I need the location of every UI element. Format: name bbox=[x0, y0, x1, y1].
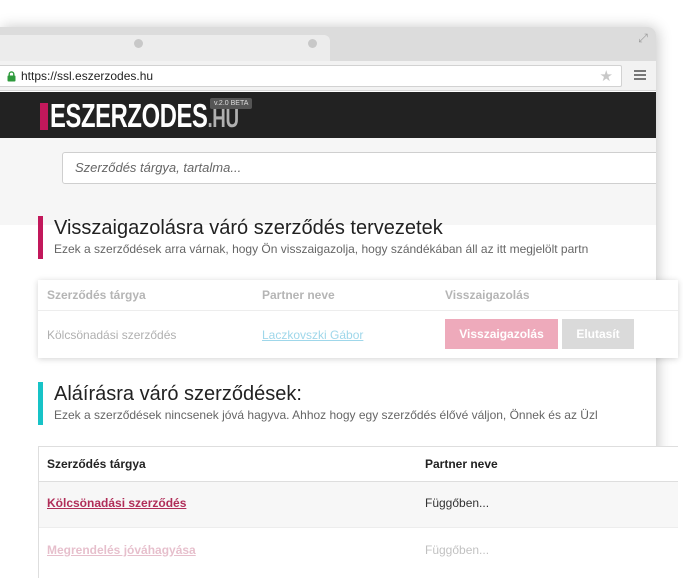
url-text: https://ssl.eszerzodes.hu bbox=[21, 69, 154, 83]
site-header: ESZERZODES.HU v.2.0 BETA bbox=[0, 92, 656, 138]
address-bar: https://ssl.eszerzodes.hu ★ bbox=[0, 61, 656, 91]
logo-main: ESZERZODES bbox=[50, 97, 208, 134]
signing-row-subject-link[interactable]: Kölcsönadási szerződés bbox=[47, 496, 186, 511]
reject-button[interactable]: Elutasít bbox=[562, 319, 634, 349]
row-divider bbox=[39, 481, 678, 482]
pending-section-subtitle: Ezek a szerződések arra várnak, hogy Ön … bbox=[54, 242, 589, 256]
bookmark-star-icon[interactable]: ★ bbox=[600, 67, 613, 85]
browser-titlebar: ⤢ bbox=[0, 27, 656, 61]
browser-tab[interactable] bbox=[0, 35, 330, 61]
version-badge: v.2.0 BETA bbox=[210, 98, 253, 109]
column-header-subject: Szerződés tárgya bbox=[47, 457, 146, 471]
pending-contracts-table: Szerződés tárgya Partner neve Visszaigaz… bbox=[38, 280, 678, 358]
signing-accent-bar bbox=[38, 382, 43, 425]
fullscreen-icon[interactable]: ⤢ bbox=[636, 31, 650, 45]
column-header-confirmation: Visszaigazolás bbox=[445, 288, 530, 302]
confirm-button[interactable]: Visszaigazolás bbox=[445, 319, 558, 349]
signing-row-subject-link[interactable]: Megrendelés jóváhagyása bbox=[47, 543, 196, 558]
search-section: Szerződés tárgya, tartalma... bbox=[0, 138, 656, 225]
url-field[interactable]: https://ssl.eszerzodes.hu ★ bbox=[0, 65, 622, 87]
browser-menu-icon[interactable] bbox=[634, 70, 646, 80]
pending-row-partner-link[interactable]: Laczkovszki Gábor bbox=[262, 328, 363, 343]
row-divider bbox=[39, 527, 678, 528]
tab-close-icon[interactable] bbox=[134, 39, 143, 48]
pending-accent-bar bbox=[38, 216, 43, 259]
signing-section-title: Aláírásra váró szerződések: bbox=[54, 383, 302, 405]
signing-row-partner: Függőben... bbox=[425, 543, 490, 557]
lock-icon bbox=[7, 71, 16, 82]
column-header-subject: Szerződés tárgya bbox=[47, 288, 146, 302]
row-divider bbox=[38, 310, 678, 311]
logo-accent-bar bbox=[40, 103, 48, 130]
pending-section-title: Visszaigazolásra váró szerződés tervezet… bbox=[54, 217, 443, 239]
signing-section-subtitle: Ezek a szerződések nincsenek jóvá hagyva… bbox=[54, 408, 598, 422]
column-header-partner: Partner neve bbox=[425, 457, 498, 471]
signing-row-partner: Függőben... bbox=[425, 496, 490, 510]
signing-contracts-table: Szerződés tárgya Partner neve Kölcsönadá… bbox=[38, 446, 678, 578]
search-input[interactable]: Szerződés tárgya, tartalma... bbox=[62, 152, 656, 184]
column-header-partner: Partner neve bbox=[262, 288, 335, 302]
new-tab-icon[interactable] bbox=[308, 39, 317, 48]
pending-row-subject: Kölcsönadási szerződés bbox=[47, 328, 177, 342]
